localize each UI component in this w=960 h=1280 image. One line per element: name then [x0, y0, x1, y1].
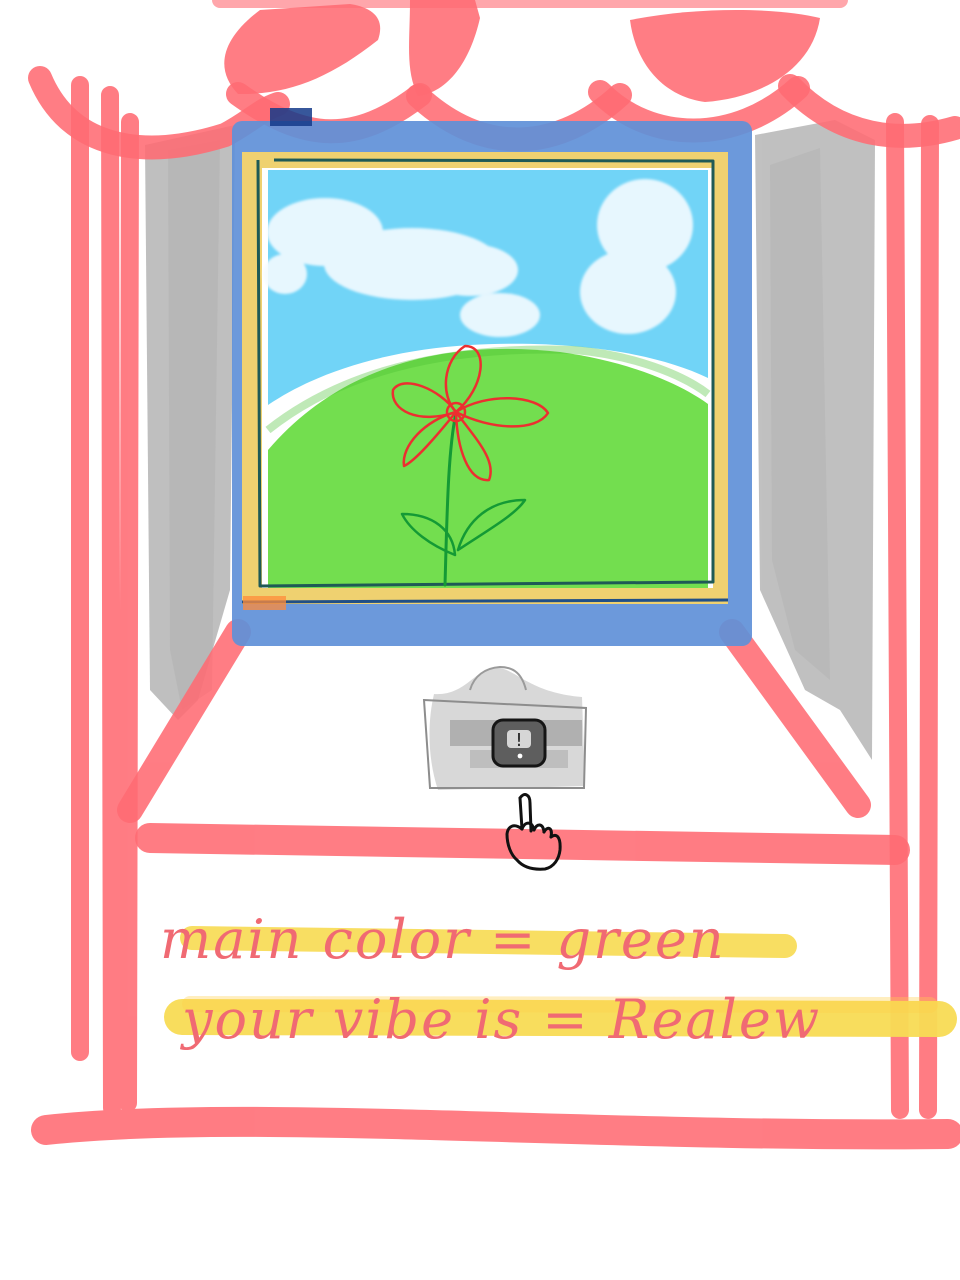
sketch-scene: !	[0, 0, 960, 1280]
window-sill-line	[241, 598, 729, 604]
vibe-note: your vibe is = Realew	[182, 988, 822, 1051]
window	[232, 108, 752, 646]
camera-mark: !	[515, 730, 522, 751]
main-color-note: main color = green	[160, 908, 726, 971]
